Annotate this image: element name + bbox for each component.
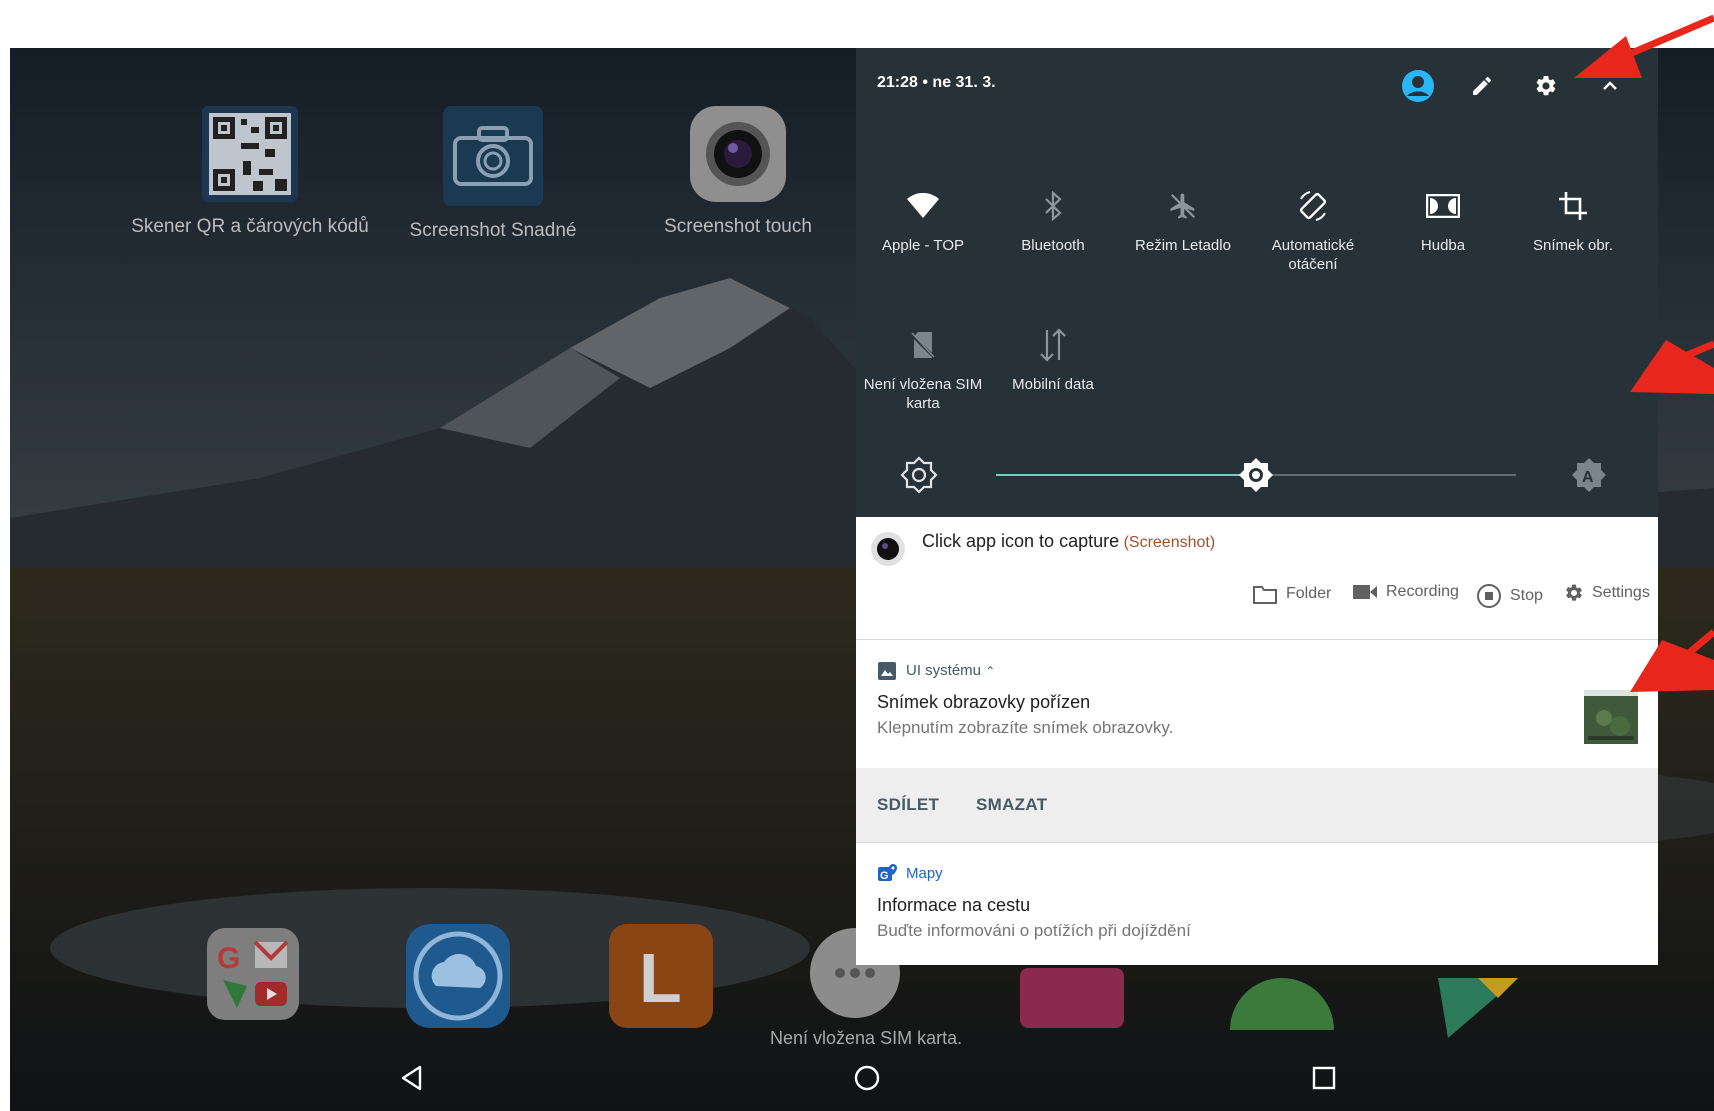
arrow-head [1574,36,1642,78]
arrow-head [1630,640,1714,692]
arrow-line [1687,629,1714,655]
arrow-line [1618,14,1714,62]
annotation-arrows [1574,14,1714,692]
